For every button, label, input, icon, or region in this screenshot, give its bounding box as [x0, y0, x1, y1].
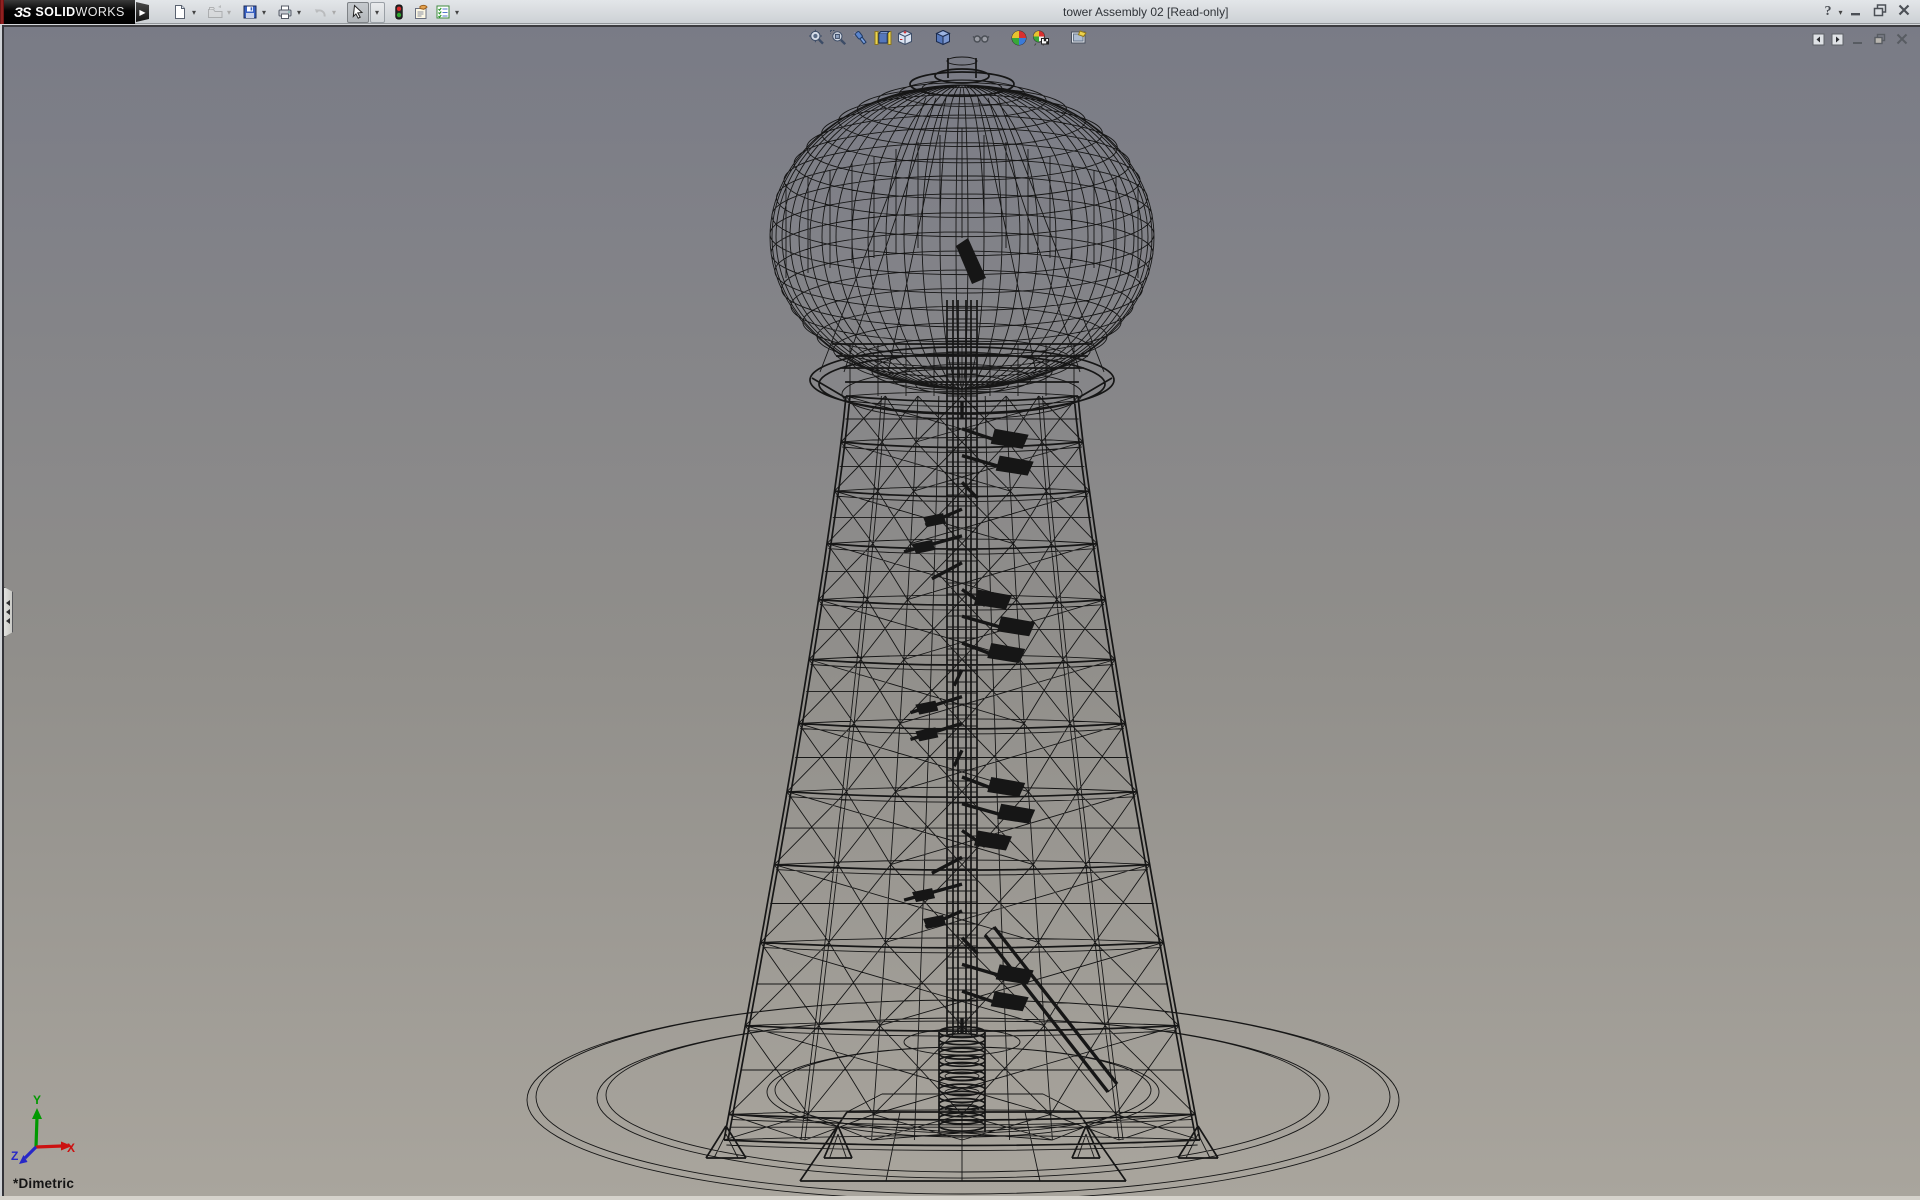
tower-wireframe-model[interactable]: Y X Z: [0, 25, 1920, 1196]
new-document-icon: [172, 4, 188, 20]
brand-name-bold: SOLID: [35, 5, 75, 19]
panel-toggle-right-icon: [1831, 33, 1844, 51]
titlebar-window-buttons: ?▾: [1822, 0, 1914, 24]
close-button[interactable]: [1894, 2, 1914, 22]
collapse-pane-right-button[interactable]: [1831, 33, 1844, 51]
new-document-button[interactable]: ▾: [170, 1, 203, 23]
triad-y-label: Y: [33, 1093, 41, 1107]
triad-z-label: Z: [11, 1149, 18, 1163]
feature-pane-collapse-handle[interactable]: [4, 587, 13, 637]
previous-view-icon: [851, 28, 871, 53]
status-strip: [0, 1196, 1920, 1200]
doc-restore-icon: [1872, 31, 1888, 52]
rebuild-stoplight-icon: [391, 4, 407, 20]
panel-toggle-left-icon: [1812, 33, 1825, 51]
print-dropdown[interactable]: ▾: [295, 8, 303, 17]
hide-show-items-button[interactable]: [970, 29, 992, 51]
save-dropdown[interactable]: ▾: [260, 8, 268, 17]
section-view-icon: [873, 28, 893, 53]
collapse-arrow-icon: [6, 609, 10, 615]
view-settings-button[interactable]: [1068, 29, 1090, 51]
toolbar-separator: [916, 29, 932, 51]
save-button[interactable]: ▾: [240, 1, 273, 23]
graphics-viewport[interactable]: Y X Z *Dimetric: [0, 25, 1920, 1196]
titlebar: ЗS SOLIDWORKS ▶ ▾ ▾ ▾ ▾ ▾ ▾ ▾ tower Assembly 0…: [0, 0, 1920, 24]
view-orientation-button[interactable]: [894, 29, 916, 51]
restore-icon: [1871, 1, 1889, 24]
view-settings-icon: [1069, 28, 1089, 53]
viewport-top-border: [0, 25, 1920, 27]
display-style-icon: [933, 28, 953, 53]
select-cursor-icon[interactable]: [347, 2, 369, 23]
select-dropdown[interactable]: ▾: [370, 2, 385, 23]
new-document-dropdown[interactable]: ▾: [190, 8, 198, 17]
edit-appearance-icon: [1009, 28, 1029, 53]
triad-x-axis: [36, 1146, 62, 1147]
main-toolbar: ▾ ▾ ▾ ▾ ▾ ▾ ▾: [168, 0, 466, 24]
triad-y-axis: [36, 1117, 37, 1147]
doc-close-icon: [1894, 31, 1910, 52]
undo-button: ▾: [310, 1, 343, 23]
heads-up-view-toolbar: [806, 29, 1090, 51]
file-properties-button[interactable]: [411, 1, 431, 23]
open-dropdown[interactable]: ▾: [225, 8, 233, 17]
doc-minimize-icon: [1850, 31, 1866, 52]
help-dropdown[interactable]: ▾: [1839, 8, 1843, 17]
undo-icon: [312, 4, 328, 20]
select-button[interactable]: ▾: [345, 1, 387, 23]
options-button[interactable]: ▾: [433, 1, 466, 23]
file-properties-icon: [413, 4, 429, 20]
print-icon: [277, 4, 293, 20]
brand-name-light: WORKS: [76, 5, 125, 19]
collapse-pane-left-button[interactable]: [1812, 33, 1825, 51]
open-button: ▾: [205, 1, 238, 23]
document-window-controls: [1812, 31, 1910, 52]
view-orientation-icon: [895, 28, 915, 53]
save-icon: [242, 4, 258, 20]
restore-button[interactable]: [1870, 2, 1890, 22]
rebuild-button[interactable]: [389, 1, 409, 23]
zoom-to-area-icon: [829, 28, 849, 53]
toolbar-separator: [1052, 29, 1068, 51]
triad-y-arrowhead: [32, 1108, 42, 1119]
doc-minimize-button[interactable]: [1850, 31, 1866, 52]
hide-show-icon: [971, 28, 991, 53]
zoom-to-fit-button[interactable]: [806, 29, 828, 51]
apply-scene-icon: [1031, 28, 1051, 53]
document-title: tower Assembly 02 [Read-only]: [1063, 0, 1228, 24]
close-icon: [1895, 1, 1913, 24]
apply-scene-button[interactable]: [1030, 29, 1052, 51]
minimize-button[interactable]: [1846, 2, 1866, 22]
3ds-logo-icon: ЗS: [14, 4, 30, 20]
section-view-button[interactable]: [872, 29, 894, 51]
zoom-to-fit-icon: [807, 28, 827, 53]
brand-expand-arrow-icon[interactable]: ▶: [136, 2, 149, 22]
edit-appearance-button[interactable]: [1008, 29, 1030, 51]
doc-close-button[interactable]: [1894, 31, 1910, 52]
options-dropdown[interactable]: ▾: [453, 8, 461, 17]
help-button[interactable]: ?▾: [1822, 2, 1842, 22]
doc-restore-button[interactable]: [1872, 31, 1888, 52]
svg-text:?: ?: [1824, 4, 1831, 19]
viewport-left-border: [2, 25, 4, 1196]
open-folder-icon: [207, 4, 223, 20]
zoom-to-area-button[interactable]: [828, 29, 850, 51]
help-icon: ?: [1819, 1, 1837, 24]
display-style-button[interactable]: [932, 29, 954, 51]
previous-view-button[interactable]: [850, 29, 872, 51]
view-orientation-label: *Dimetric: [13, 1176, 74, 1191]
toolbar-separator: [954, 29, 970, 51]
print-button[interactable]: ▾: [275, 1, 308, 23]
triad-z-axis: [25, 1147, 36, 1158]
collapse-arrow-icon: [6, 600, 10, 606]
solidworks-logo: ЗS SOLIDWORKS: [4, 0, 135, 24]
collapse-arrow-icon: [6, 618, 10, 624]
triad-x-label: X: [67, 1141, 75, 1155]
options-checklist-icon: [435, 4, 451, 20]
toolbar-separator: [992, 29, 1008, 51]
undo-dropdown[interactable]: ▾: [330, 8, 338, 17]
minimize-icon: [1847, 1, 1865, 24]
